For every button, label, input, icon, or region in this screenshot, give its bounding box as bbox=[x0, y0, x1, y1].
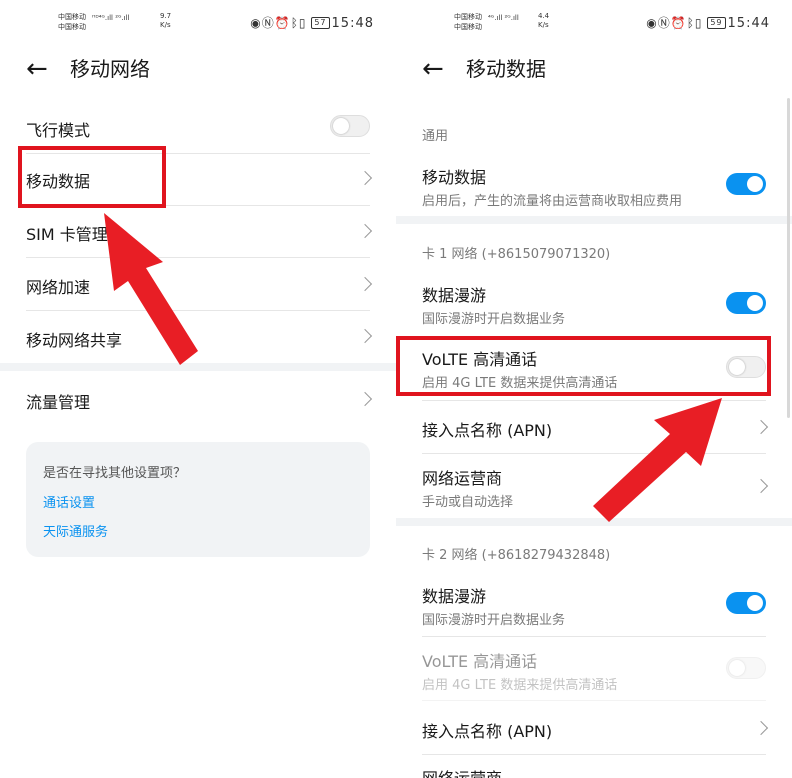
right-screen: 中国移动 中国移动 ⁴ᴳ.ıll ²ᴳ.ıll 4.4 K/s ◉Ⓝ⏰ᛒ▯ 59… bbox=[396, 0, 792, 778]
left-screen: 中国移动 中国移动 ᴴᴰ⁴ᴳ.ıll ²ᴳ.ıll 9.7 K/s ◉Ⓝ⏰ᛒ▯ … bbox=[0, 0, 396, 778]
arrow-shape bbox=[104, 213, 198, 365]
arrow-shape bbox=[593, 398, 722, 522]
red-arrow-icon bbox=[104, 213, 198, 365]
red-arrow-icon bbox=[593, 398, 722, 522]
